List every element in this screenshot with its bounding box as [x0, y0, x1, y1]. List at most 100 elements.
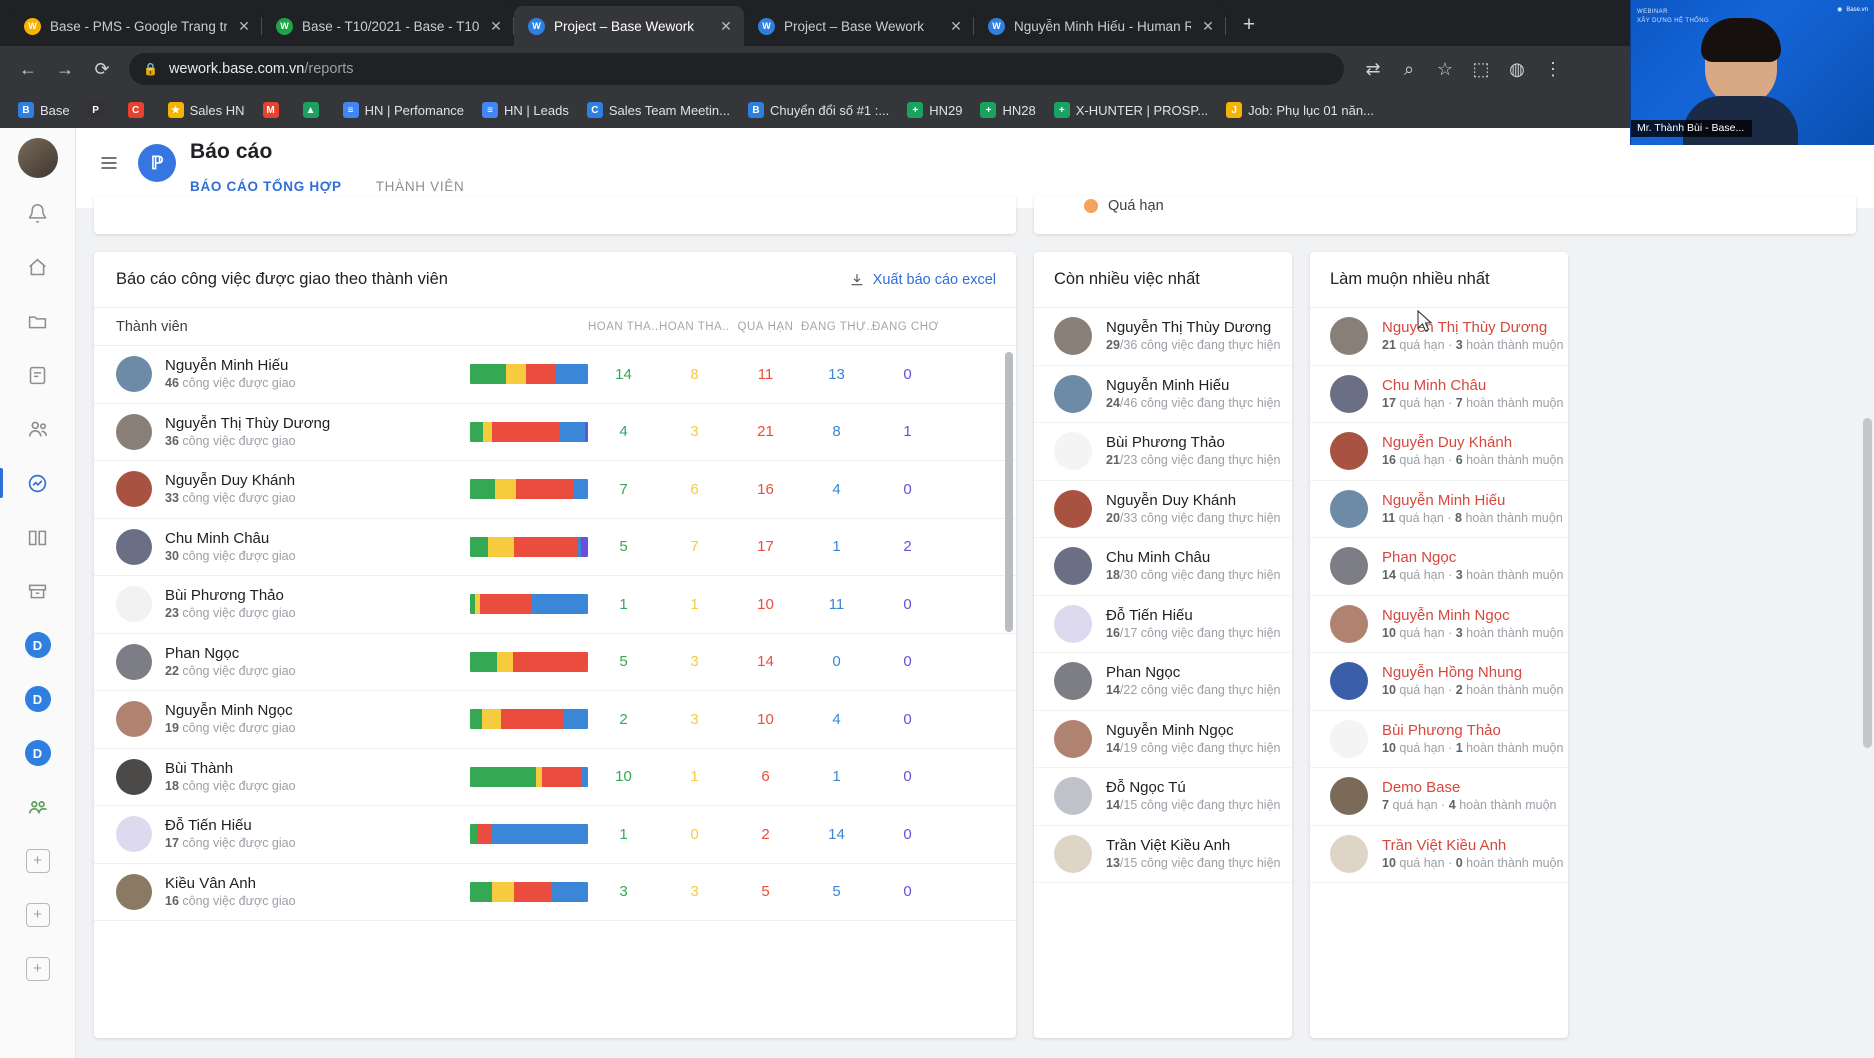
list-item[interactable]: Bùi Phương Thảo 21/23 công việc đang thực…	[1034, 423, 1292, 481]
list-item[interactable]: Nguyễn Thị Thùy Dương 29/36 công việc đan…	[1034, 308, 1292, 366]
table-scrollbar[interactable]	[1005, 352, 1013, 632]
list-item[interactable]: Nguyễn Minh Hiếu 24/46 công việc đang thự…	[1034, 366, 1292, 423]
sidebar-item-tasks[interactable]	[15, 352, 61, 398]
avatar	[1330, 719, 1368, 758]
sidebar-project-1[interactable]: D	[15, 622, 61, 668]
list-item[interactable]: Trần Việt Kiều Anh 13/15 công việc đang t…	[1034, 826, 1292, 883]
bookmark-5[interactable]: ▲	[295, 98, 333, 122]
list-item[interactable]: Nguyễn Minh Ngọc 14/19 công việc đang thự…	[1034, 711, 1292, 768]
list-item[interactable]: Nguyễn Minh Ngọc 10 quá hạn · 3 hoàn thàn…	[1310, 596, 1568, 653]
browser-tab-4[interactable]: W Nguyễn Minh Hiếu - Human Res ✕	[974, 6, 1226, 46]
table-row[interactable]: Bùi Phương Thảo 23 công việc được giao 1 1 1…	[94, 576, 1016, 634]
bookmark-4[interactable]: M	[255, 98, 293, 122]
member-cell[interactable]: Bùi Phương Thảo 23 công việc được giao	[116, 586, 470, 623]
add-button-2[interactable]: +	[15, 892, 61, 938]
bookmark-0[interactable]: B Base	[10, 98, 78, 122]
list-item[interactable]: Phan Ngọc 14 quá hạn · 3 hoàn thành muộn	[1310, 538, 1568, 596]
list-item[interactable]: Đỗ Ngọc Tú 14/15 công việc đang thực hiện	[1034, 768, 1292, 826]
sidebar-project-3[interactable]: D	[15, 730, 61, 776]
bookmark-3[interactable]: ★ Sales HN	[160, 98, 253, 122]
close-icon[interactable]: ✕	[236, 18, 252, 34]
bookmark-2[interactable]: C	[120, 98, 158, 122]
cell-done-late: 8	[690, 365, 699, 383]
cell-waiting: 0	[903, 768, 912, 786]
list-item[interactable]: Nguyễn Hồng Nhung 10 quá hạn · 2 hoàn thà…	[1310, 653, 1568, 711]
three-dots-icon[interactable]: ⋮	[1537, 53, 1569, 85]
bookmark-7[interactable]: ≡ HN | Leads	[474, 98, 577, 122]
reload-icon[interactable]: ⟳	[86, 53, 118, 85]
hamburger-icon[interactable]	[92, 146, 126, 180]
bookmark-12[interactable]: + X-HUNTER | PROSP...	[1046, 98, 1216, 122]
list-item[interactable]: Phan Ngọc 14/22 công việc đang thực hiện	[1034, 653, 1292, 711]
sidebar-item-reports[interactable]	[0, 460, 61, 506]
sidebar-item-archive[interactable]	[15, 568, 61, 614]
avatar[interactable]	[17, 138, 58, 178]
bookmark-11[interactable]: + HN28	[972, 98, 1043, 122]
member-cell[interactable]: Nguyễn Duy Khánh 33 công việc được giao	[116, 471, 470, 508]
table-row[interactable]: Kiều Vân Anh 16 công việc được giao 3 3 5 5 0	[94, 864, 1016, 921]
search-zoom-icon[interactable]: ⌕	[1393, 53, 1425, 85]
table-row[interactable]: Nguyễn Minh Hiếu 46 công việc được giao 14…	[94, 346, 1016, 404]
address-bar[interactable]: 🔒 wework.base.com.vn/reports	[129, 53, 1344, 85]
bookmark-8[interactable]: C Sales Team Meetin...	[579, 98, 738, 122]
puzzle-icon[interactable]: ⬚	[1465, 53, 1497, 85]
sidebar-item-notifications[interactable]	[15, 190, 61, 236]
avatar-icon[interactable]: ◍	[1501, 53, 1533, 85]
list-item[interactable]: Trần Việt Kiều Anh 10 quá hạn · 0 hoàn th…	[1310, 826, 1568, 883]
sidebar-project-2[interactable]: D	[15, 676, 61, 722]
browser-tab-2[interactable]: W Project – Base Wework ✕	[514, 6, 744, 46]
forward-icon[interactable]: →	[49, 53, 81, 85]
sidebar-item-home[interactable]	[15, 244, 61, 290]
list-item[interactable]: Nguyễn Minh Hiếu 11 quá hạn · 8 hoàn thàn…	[1310, 481, 1568, 538]
table-row[interactable]: Phan Ngọc 22 công việc được giao 5 3 14 0 0	[94, 634, 1016, 691]
list-item[interactable]: Nguyễn Thị Thùy Dương 21 quá hạn · 3 hoàn…	[1310, 308, 1568, 366]
close-icon[interactable]: ✕	[488, 18, 504, 34]
browser-tab-1[interactable]: W Base - T10/2021 - Base - T10/202 ✕	[262, 6, 514, 46]
member-name: Bùi Phương Thảo	[1382, 721, 1501, 739]
list-item[interactable]: Nguyễn Duy Khánh 16 quá hạn · 6 hoàn thàn…	[1310, 423, 1568, 481]
list-item[interactable]: Chu Minh Châu 17 quá hạn · 7 hoàn thành m…	[1310, 366, 1568, 423]
bar-segment-done	[470, 651, 497, 672]
table-row[interactable]: Nguyễn Minh Ngọc 19 công việc được giao 2 3…	[94, 691, 1016, 749]
bookmark-1[interactable]: P	[80, 98, 118, 122]
list-item[interactable]: Chu Minh Châu 18/30 công việc đang thực h…	[1034, 538, 1292, 596]
export-excel-button[interactable]: Xuất báo cáo excel	[849, 272, 996, 288]
close-icon[interactable]: ✕	[948, 18, 964, 34]
member-cell[interactable]: Nguyễn Minh Hiếu 46 công việc được giao	[116, 356, 470, 393]
member-cell[interactable]: Nguyễn Thị Thùy Dương 36 công việc được g…	[116, 413, 470, 450]
bookmark-13[interactable]: J Job: Phụ lục 01 năn...	[1218, 98, 1382, 122]
page-scrollbar[interactable]	[1863, 418, 1872, 748]
member-cell[interactable]: Phan Ngọc 22 công việc được giao	[116, 643, 470, 680]
member-cell[interactable]: Nguyễn Minh Ngọc 19 công việc được giao	[116, 701, 470, 738]
list-item[interactable]: Bùi Phương Thảo 10 quá hạn · 1 hoàn thành…	[1310, 711, 1568, 768]
member-cell[interactable]: Bùi Thành 18 công việc được giao	[116, 758, 470, 795]
sidebar-item-books[interactable]	[15, 514, 61, 560]
table-row[interactable]: Đỗ Tiến Hiếu 17 công việc được giao 1 0 2 14 0	[94, 806, 1016, 864]
sidebar-item-people[interactable]	[15, 406, 61, 452]
sidebar-item-files[interactable]	[15, 298, 61, 344]
bookmark-10[interactable]: + HN29	[899, 98, 970, 122]
add-button-1[interactable]: +	[15, 838, 61, 884]
list-item[interactable]: Demo Base 7 quá hạn · 4 hoàn thành muộn	[1310, 768, 1568, 826]
people-group-icon[interactable]	[15, 784, 61, 830]
new-tab-button[interactable]: +	[1234, 11, 1264, 41]
browser-tab-0[interactable]: W Base - PMS - Google Trang trình ✕	[10, 6, 262, 46]
table-row[interactable]: Nguyễn Thị Thùy Dương 36 công việc được g…	[94, 404, 1016, 461]
close-icon[interactable]: ✕	[718, 18, 734, 34]
member-cell[interactable]: Đỗ Tiến Hiếu 17 công việc được giao	[116, 816, 470, 853]
browser-tab-3[interactable]: W Project – Base Wework ✕	[744, 6, 974, 46]
table-row[interactable]: Bùi Thành 18 công việc được giao 10 1 6 1 0	[94, 749, 1016, 806]
bookmark-6[interactable]: ≡ HN | Perfomance	[335, 98, 472, 122]
close-icon[interactable]: ✕	[1200, 18, 1216, 34]
bookmark-9[interactable]: B Chuyển đổi số #1 :...	[740, 98, 897, 122]
member-cell[interactable]: Chu Minh Châu 30 công việc được giao	[116, 528, 470, 565]
table-row[interactable]: Nguyễn Duy Khánh 33 công việc được giao 7 6…	[94, 461, 1016, 519]
translate-icon[interactable]: ⇄	[1357, 53, 1389, 85]
table-row[interactable]: Chu Minh Châu 30 công việc được giao 5 7 17 1…	[94, 519, 1016, 576]
list-item[interactable]: Nguyễn Duy Khánh 20/33 công việc đang thự…	[1034, 481, 1292, 538]
back-icon[interactable]: ←	[12, 53, 44, 85]
star-icon[interactable]: ☆	[1429, 53, 1461, 85]
list-item[interactable]: Đỗ Tiến Hiếu 16/17 công việc đang thực hi…	[1034, 596, 1292, 653]
member-cell[interactable]: Kiều Vân Anh 16 công việc được giao	[116, 873, 470, 910]
add-button-3[interactable]: +	[15, 946, 61, 992]
